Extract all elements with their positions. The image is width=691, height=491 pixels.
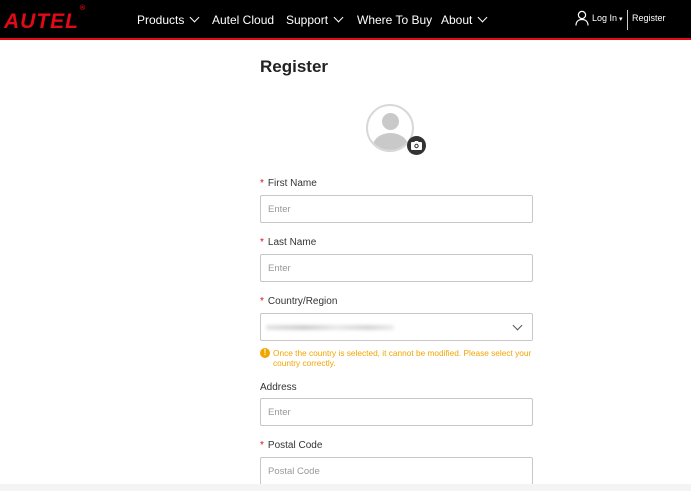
nav-where-to-buy-label: Where To Buy [357, 13, 433, 27]
nav-products-label: Products [137, 13, 185, 27]
user-icon [575, 10, 589, 26]
register-link[interactable]: Register [632, 13, 666, 23]
nav-about-label: About [441, 13, 473, 27]
top-nav: AUTEL® Products Autel Cloud Support Wher… [0, 0, 691, 40]
country-label-text: Country/Region [267, 296, 338, 307]
postal-code-label-text: Postal Code [267, 440, 323, 451]
country-warning-text: Once the country is selected, it cannot … [273, 348, 532, 368]
trademark: ® [80, 5, 87, 12]
first-name-input[interactable] [260, 195, 533, 223]
address-label-text: Address [260, 382, 297, 393]
postal-code-label: * Postal Code [260, 440, 322, 451]
camera-icon [411, 141, 422, 150]
first-name-label-text: First Name [267, 178, 317, 189]
nav-support[interactable]: Support [286, 12, 344, 27]
nav-autel-cloud[interactable]: Autel Cloud [212, 13, 274, 27]
avatar-head [382, 113, 399, 130]
country-label: * Country/Region [260, 296, 337, 307]
nav-where-to-buy[interactable]: Where To Buy [357, 13, 432, 27]
country-selected-value-obscured [266, 325, 394, 330]
nav-about[interactable]: About [441, 12, 488, 27]
autel-logo[interactable]: AUTEL® [4, 5, 87, 33]
nav-autel-cloud-label: Autel Cloud [212, 13, 275, 27]
warning-icon: ! [260, 348, 270, 358]
last-name-label-text: Last Name [267, 237, 317, 248]
address-input[interactable] [260, 398, 533, 426]
page-title: Register [260, 57, 329, 76]
required-mark: * [260, 440, 264, 451]
caret-down-icon: ▾ [619, 16, 623, 23]
chevron-down-icon [512, 320, 523, 331]
logo-text: AUTEL [4, 10, 79, 33]
nav-support-label: Support [286, 13, 329, 27]
chevron-down-icon [333, 12, 344, 23]
chevron-down-icon [189, 12, 200, 23]
nav-divider [627, 10, 628, 30]
chevron-down-icon [477, 12, 488, 23]
required-mark: * [260, 237, 264, 248]
address-label: Address [260, 382, 297, 393]
last-name-input[interactable] [260, 254, 533, 282]
avatar-upload-button[interactable] [407, 136, 426, 155]
postal-code-input[interactable] [260, 457, 533, 485]
country-select[interactable] [260, 313, 533, 341]
first-name-label: * First Name [260, 178, 317, 189]
nav-products[interactable]: Products [137, 12, 200, 27]
page-bottom-strip [0, 484, 691, 491]
avatar-body [373, 133, 408, 150]
required-mark: * [260, 178, 264, 189]
required-mark: * [260, 296, 264, 307]
login-label: Log In [592, 13, 618, 23]
last-name-label: * Last Name [260, 237, 316, 248]
login-link[interactable]: Log In ▾ [592, 13, 623, 23]
